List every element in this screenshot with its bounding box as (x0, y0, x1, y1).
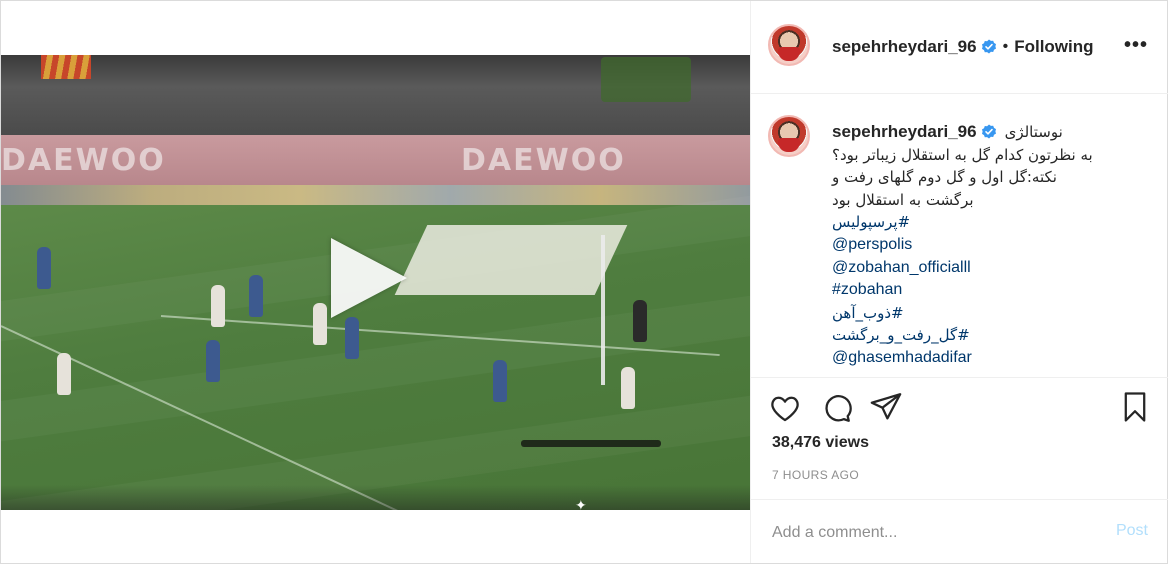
separator-dot: • (1002, 38, 1009, 55)
comment-input[interactable] (772, 520, 1092, 546)
comment-icon[interactable] (819, 391, 853, 425)
caption-username[interactable]: sepehrheydari_96 (832, 121, 977, 144)
video-watermark (1, 485, 750, 510)
mention-link[interactable]: @ghasemhadadifar (832, 347, 1152, 370)
shadow-strip (521, 440, 661, 447)
comment-form: Post (751, 499, 1168, 564)
flag-graphic (41, 55, 91, 79)
caption-area: sepehrheydari_96 نوستالژی به نظرتون کدام… (751, 95, 1168, 377)
player (249, 275, 263, 317)
caption-text: sepehrheydari_96 نوستالژی به نظرتون کدام… (832, 121, 1152, 370)
player (493, 360, 507, 402)
media-panel: DAEWOO DAEWOO ✦ (1, 1, 750, 563)
player (621, 367, 635, 409)
player (57, 353, 71, 395)
caption-line: برگشت به استقلال بود (832, 190, 974, 209)
verified-badge-icon (981, 39, 996, 54)
header-username[interactable]: sepehrheydari_96 (832, 37, 977, 57)
play-icon[interactable] (331, 238, 407, 318)
caption-first-line: sepehrheydari_96 نوستالژی (832, 121, 1152, 144)
bookmark-icon[interactable] (1118, 390, 1152, 424)
caption-line: نکته:گل اول و گل دوم گلهای رفت و (832, 168, 1057, 187)
board-graphic-text-left: DAEWOO (1, 143, 166, 178)
sparkle-icon: ✦ (575, 498, 587, 510)
more-options-icon[interactable]: ••• (1124, 34, 1148, 57)
player (211, 285, 225, 327)
avatar[interactable] (768, 24, 810, 66)
hashtag-link[interactable]: #ذوب_آهن (832, 302, 1152, 325)
caption-line: به نظرتون کدام گل به استقلال زیباتر بود؟ (832, 145, 1093, 164)
post-header: sepehrheydari_96 • Following ••• (751, 1, 1168, 94)
banner-graphic (601, 57, 691, 102)
caption-avatar[interactable] (768, 115, 810, 157)
goalkeeper (633, 300, 647, 342)
share-icon[interactable] (869, 390, 903, 424)
board-graphic-text-right: DAEWOO (461, 143, 626, 178)
hashtag-link[interactable]: #گل_رفت_و_برگشت (832, 324, 1152, 347)
hashtag-link[interactable]: #zobahan (832, 279, 1152, 302)
video-player[interactable]: DAEWOO DAEWOO ✦ (1, 55, 750, 510)
advertising-board: DAEWOO DAEWOO (1, 135, 750, 185)
mention-link[interactable]: @perspolis (832, 234, 1152, 257)
post-side-panel: sepehrheydari_96 • Following ••• sepehrh… (750, 1, 1168, 564)
heart-icon[interactable] (768, 391, 802, 425)
player (206, 340, 220, 382)
sideline-sign (394, 225, 628, 295)
avatar-jersey (778, 47, 800, 61)
mention-link[interactable]: @zobahan_officialll (832, 257, 1152, 280)
hashtag-link[interactable]: #پرسپولیس (832, 211, 1152, 234)
post-actions: 38,476 views 7 HOURS AGO Post (751, 377, 1168, 564)
following-button[interactable]: Following (1014, 37, 1093, 57)
verified-badge-icon (981, 124, 996, 139)
avatar-jersey (778, 138, 800, 152)
view-count[interactable]: 38,476 views (772, 434, 869, 452)
goal-post (601, 235, 746, 385)
instagram-post: DAEWOO DAEWOO ✦ sepehrheydari_96 • Follo… (0, 0, 1168, 564)
player (313, 303, 327, 345)
post-comment-button[interactable]: Post (1116, 522, 1148, 540)
post-timestamp[interactable]: 7 HOURS AGO (772, 468, 859, 482)
caption-first-text: نوستالژی (1004, 123, 1063, 141)
header-row: sepehrheydari_96 • Following (832, 37, 1094, 57)
player (37, 247, 51, 289)
player (345, 317, 359, 359)
